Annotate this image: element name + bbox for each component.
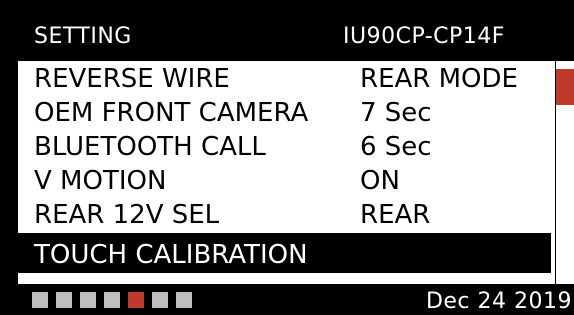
model-number: IU90CP-CP14F	[343, 24, 505, 49]
menu-item-label: REAR 12V SEL	[34, 200, 220, 230]
menu-item-label: OEM FRONT CAMERA	[34, 98, 309, 128]
menu-item-value: REAR	[360, 200, 431, 230]
menu-item-oem-front-camera[interactable]: OEM FRONT CAMERA 7 Sec	[18, 95, 555, 129]
menu-item-v-motion[interactable]: V MOTION ON	[18, 163, 555, 197]
menu-item-value: 6 Sec	[360, 132, 432, 162]
page-dot[interactable]	[80, 292, 96, 308]
header-bar: SETTING IU90CP-CP14F	[18, 14, 555, 54]
page-dot[interactable]	[104, 292, 120, 308]
page-indicator	[32, 292, 192, 308]
date-label: Dec 24 2019	[425, 289, 572, 314]
settings-list: REVERSE WIRE REAR MODE OEM FRONT CAMERA …	[18, 61, 574, 284]
menu-item-label: V MOTION	[34, 166, 167, 196]
menu-item-reverse-wire[interactable]: REVERSE WIRE REAR MODE	[18, 61, 555, 95]
menu-item-label: BLUETOOTH CALL	[34, 132, 266, 162]
page-dot[interactable]	[176, 292, 192, 308]
page-dot[interactable]	[152, 292, 168, 308]
page-title: SETTING	[34, 24, 132, 49]
menu-item-bluetooth-call[interactable]: BLUETOOTH CALL 6 Sec	[18, 129, 555, 163]
menu-item-rear-12v-sel[interactable]: REAR 12V SEL REAR	[18, 197, 555, 231]
scrollbar[interactable]	[556, 61, 574, 284]
menu-item-touch-calibration[interactable]: TOUCH CALIBRATION	[18, 233, 551, 273]
menu-item-label: REVERSE WIRE	[34, 64, 230, 94]
menu-item-value: 7 Sec	[360, 98, 432, 128]
page-dot-active[interactable]	[128, 292, 144, 308]
status-bar: Dec 24 2019	[18, 286, 574, 315]
scrollbar-thumb[interactable]	[556, 69, 574, 105]
menu-item-value: ON	[360, 166, 400, 196]
page-dot[interactable]	[56, 292, 72, 308]
menu-item-label: TOUCH CALIBRATION	[34, 240, 308, 270]
menu-item-value: REAR MODE	[360, 64, 518, 94]
page-dot[interactable]	[32, 292, 48, 308]
